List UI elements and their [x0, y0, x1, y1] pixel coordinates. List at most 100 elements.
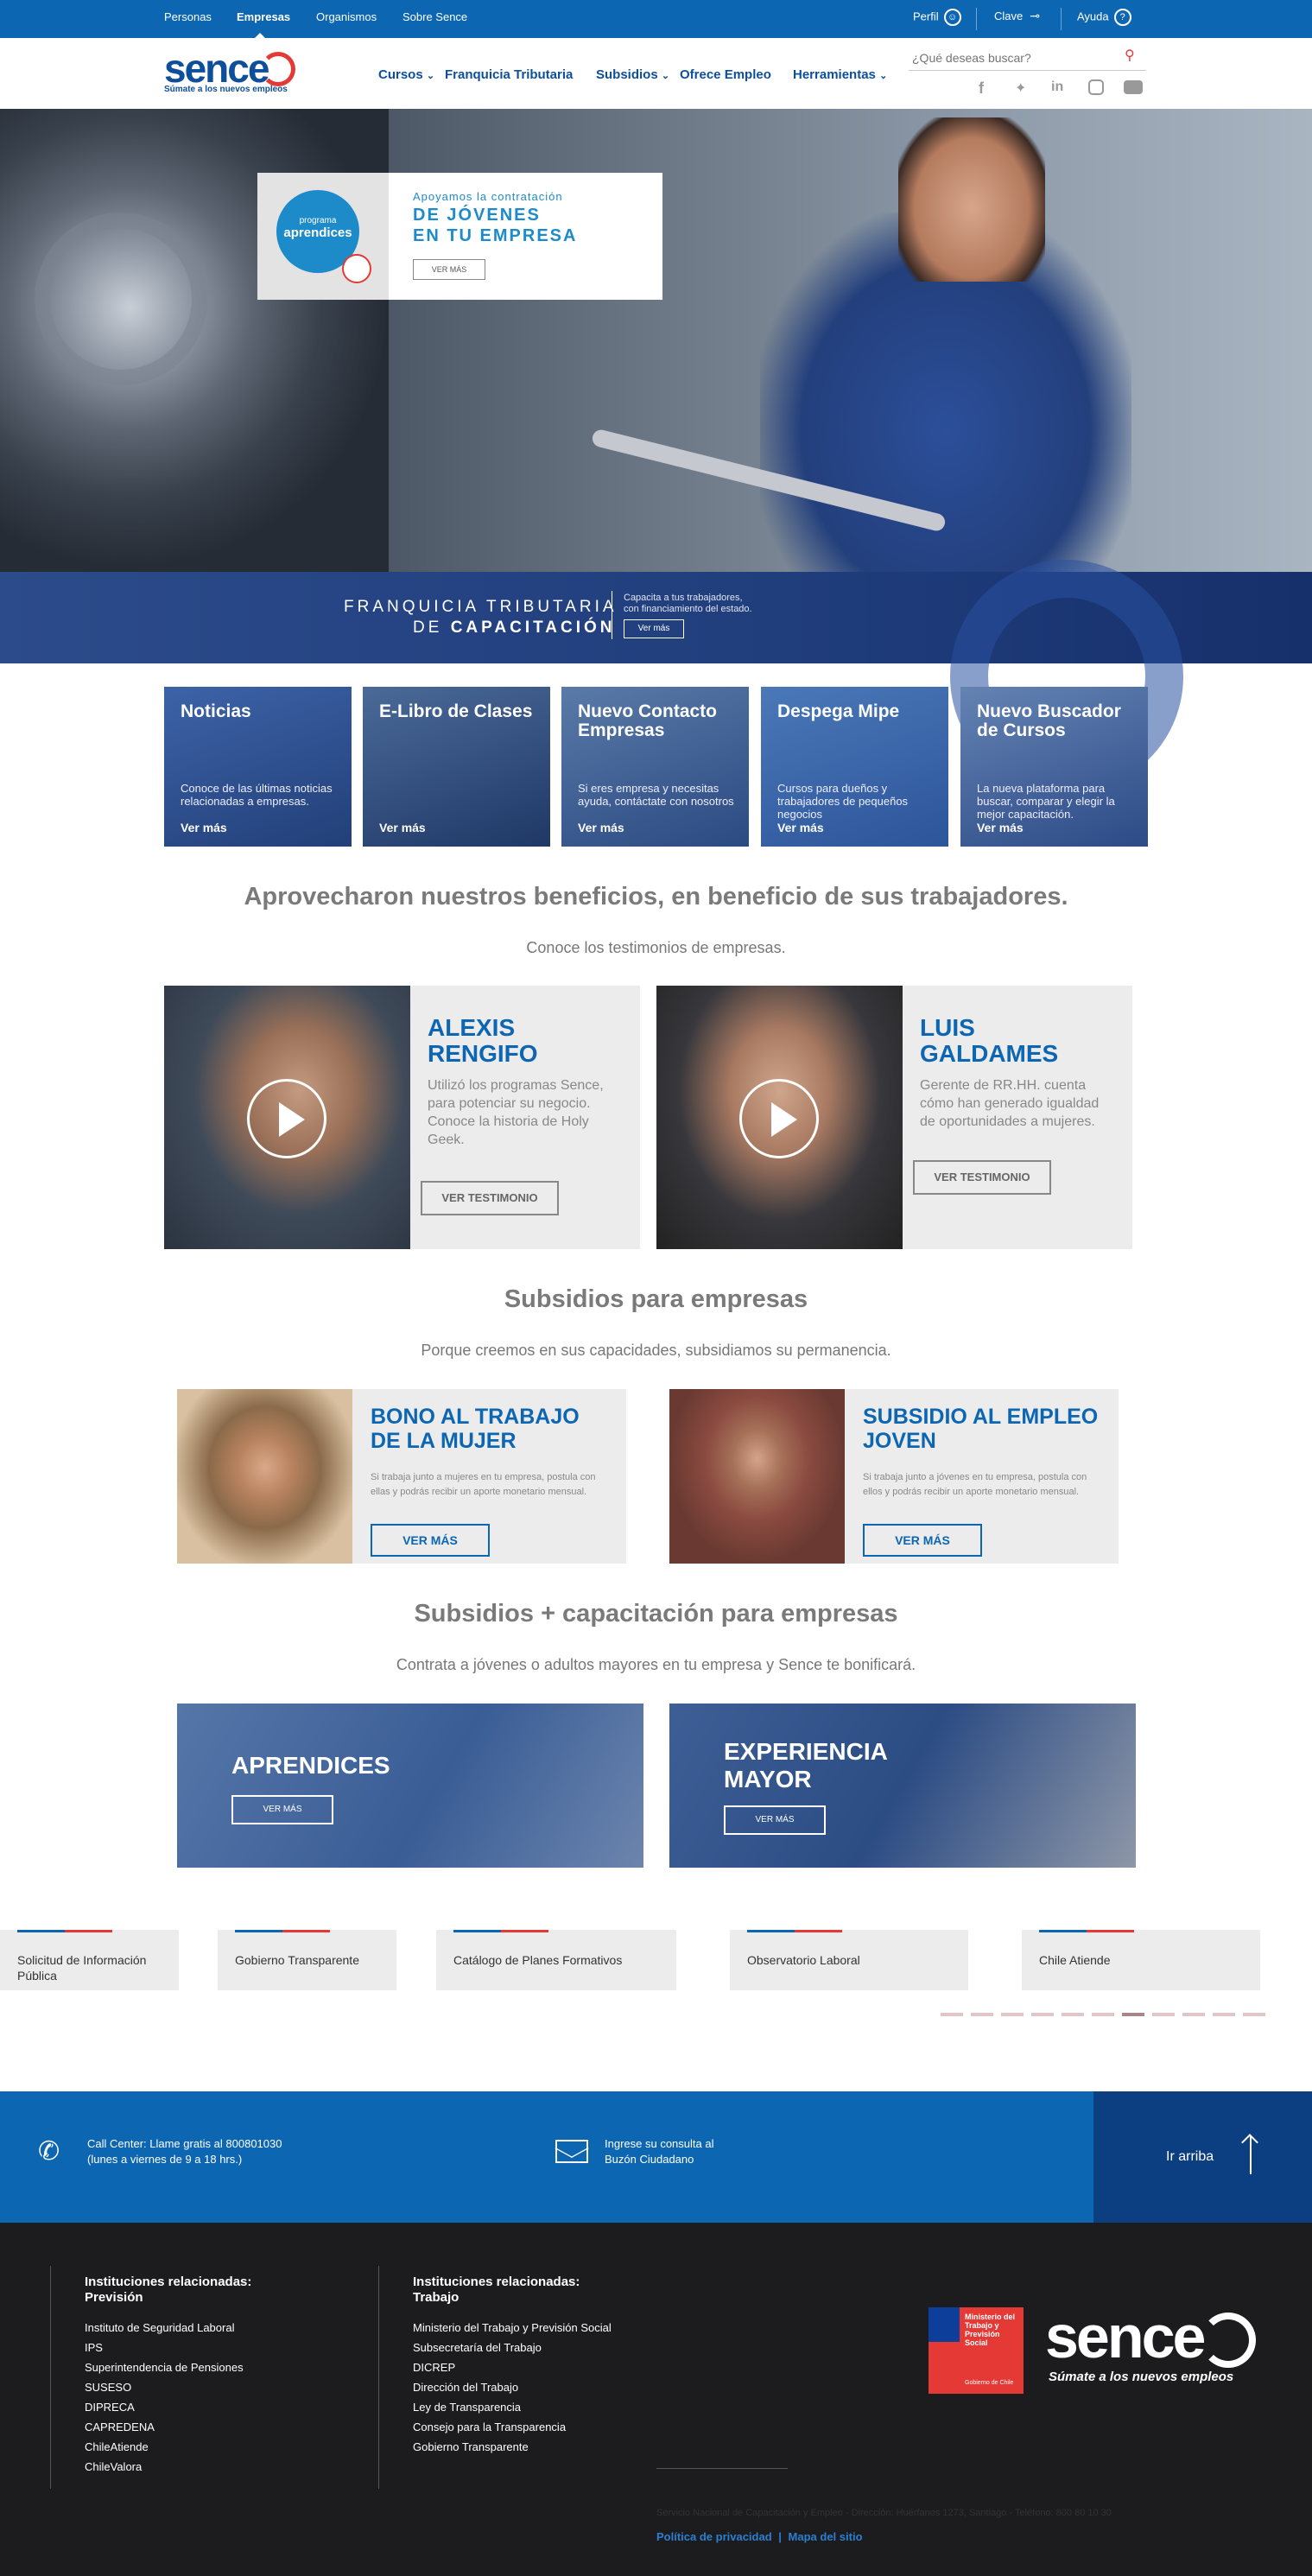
carousel-dot[interactable] — [1122, 2013, 1144, 2016]
play-icon[interactable] — [739, 1079, 819, 1158]
footer-link[interactable]: Consejo para la Transparencia — [413, 2417, 689, 2437]
footer-link[interactable]: DICREP — [413, 2357, 689, 2377]
footer-link[interactable]: Instituto de Seguridad Laboral — [85, 2318, 344, 2338]
carousel-dot[interactable] — [1001, 2013, 1024, 2016]
tile-noticias[interactable]: Noticias Conoce de las últimas noticias … — [164, 687, 352, 847]
instagram-icon[interactable] — [1088, 79, 1104, 95]
tile-link[interactable]: Ver más — [181, 821, 227, 834]
play-icon[interactable] — [247, 1079, 326, 1158]
youtube-icon[interactable] — [1124, 80, 1143, 94]
testimonials-title: Aprovecharon nuestros beneficios, en ben… — [244, 883, 1068, 910]
footer-col-subtitle: Trabajo — [413, 2290, 460, 2305]
user-icon: ☺ — [943, 9, 961, 26]
capacitacion-subtitle: Contrata a jóvenes o adultos mayores en … — [396, 1656, 916, 1673]
experiencia-mayor-card[interactable]: EXPERIENCIA MAYOR VER MÁS — [669, 1704, 1136, 1868]
carousel-dot[interactable] — [1243, 2013, 1265, 2016]
cap-ver-mas-button[interactable]: VER MÁS — [231, 1795, 333, 1824]
footer-link[interactable]: CAPREDENA — [85, 2417, 344, 2437]
help-icon: ? — [1113, 9, 1131, 26]
carousel-dot[interactable] — [1031, 2013, 1054, 2016]
hero-banner[interactable]: programa aprendices Apoyamos la contrata… — [0, 109, 1312, 575]
tile-link[interactable]: Ver más — [977, 821, 1024, 834]
hero-ver-mas-button[interactable]: VER MÁS — [413, 259, 485, 280]
footer-link[interactable]: Subsecretaría del Trabajo — [413, 2338, 689, 2357]
footer-col-prevision: Instituciones relacionadas: Previsión In… — [85, 2275, 344, 2477]
call-center-text[interactable]: Call Center: Llame gratis al 800801030 (… — [87, 2136, 282, 2167]
ministry-logo[interactable]: Ministerio del Trabajo y Previsión Socia… — [929, 2307, 1024, 2394]
footer-link[interactable]: DIPRECA — [85, 2397, 344, 2417]
tile-link[interactable]: Ver más — [578, 821, 624, 834]
carousel-dot[interactable] — [1062, 2013, 1084, 2016]
aprendices-card[interactable]: APRENDICES VER MÁS — [177, 1704, 643, 1868]
footer-sence-logo[interactable]: sence Súmate a los nuevos empleos — [1045, 2302, 1278, 2389]
footer-link[interactable]: Superintendencia de Pensiones — [85, 2357, 344, 2377]
nav-ofrece-empleo[interactable]: Ofrece Empleo — [680, 67, 771, 82]
ayuda-link[interactable]: Ayuda? — [1077, 9, 1131, 26]
footer: Instituciones relacionadas: Previsión In… — [0, 2223, 1312, 2576]
nav-subsidios[interactable]: Subsidios ⌄ — [596, 67, 669, 82]
cap-ver-mas-button[interactable]: VER MÁS — [724, 1805, 826, 1835]
footer-link[interactable]: Dirección del Trabajo — [413, 2377, 689, 2397]
topbar-link-empresas[interactable]: Empresas — [237, 10, 290, 23]
link-card[interactable]: Catálogo de Planes Formativos — [436, 1930, 676, 1990]
nav-franquicia[interactable]: Franquicia Tributaria — [445, 67, 573, 82]
carousel-dot[interactable] — [941, 2013, 963, 2016]
topbar-link-sobre-sence[interactable]: Sobre Sence — [402, 10, 467, 23]
chevron-down-icon: ⌄ — [879, 71, 888, 81]
franquicia-ver-mas-button[interactable]: Ver más — [624, 619, 684, 638]
footer-link[interactable]: Ministerio del Trabajo y Previsión Socia… — [413, 2318, 689, 2338]
carousel-dot[interactable] — [1092, 2013, 1114, 2016]
privacy-link[interactable]: Política de privacidad — [656, 2530, 772, 2543]
carousel-dot[interactable] — [1213, 2013, 1235, 2016]
link-card[interactable]: Observatorio Laboral — [730, 1930, 968, 1990]
buzon-text[interactable]: Ingrese su consulta al Buzón Ciudadano — [605, 2136, 713, 2167]
footer-link[interactable]: ChileAtiende — [85, 2437, 344, 2457]
carousel-dot[interactable] — [1152, 2013, 1175, 2016]
footer-link[interactable]: ChileValora — [85, 2457, 344, 2477]
search-input[interactable] — [912, 48, 1119, 67]
linkedin-icon[interactable]: in — [1051, 79, 1063, 95]
chevron-down-icon: ⌄ — [426, 71, 435, 81]
link-card[interactable]: Gobierno Transparente — [218, 1930, 396, 1990]
footer-link[interactable]: IPS — [85, 2338, 344, 2357]
hero-promo-card: programa aprendices Apoyamos la contrata… — [257, 173, 662, 300]
perfil-link[interactable]: Perfil ☺ — [913, 9, 961, 26]
facebook-icon[interactable]: f — [979, 79, 984, 98]
search-icon[interactable]: ⚲ — [1125, 47, 1135, 64]
tile-contacto-empresas[interactable]: Nuevo Contacto Empresas Si eres empresa … — [561, 687, 749, 847]
clave-link[interactable]: Clave ⊸ — [994, 9, 1040, 23]
carousel-dot[interactable] — [971, 2013, 993, 2016]
tile-link[interactable]: Ver más — [379, 821, 426, 834]
ver-testimonio-button[interactable]: VER TESTIMONIO — [913, 1160, 1051, 1195]
footer-link[interactable]: SUSESO — [85, 2377, 344, 2397]
topbar-link-organismos[interactable]: Organismos — [316, 10, 377, 23]
franquicia-banner[interactable]: FRANQUICIA TRIBUTARIA DE CAPACITACIÓN Ca… — [0, 560, 1312, 793]
ver-testimonio-button[interactable]: VER TESTIMONIO — [421, 1181, 559, 1215]
link-card[interactable]: Chile Atiende — [1022, 1930, 1260, 1990]
tile-elibro[interactable]: E-Libro de Clases Ver más — [363, 687, 550, 847]
footer-col-divider — [50, 2266, 51, 2489]
tile-link[interactable]: Ver más — [777, 821, 824, 834]
subsidio-ver-mas-button[interactable]: VER MÁS — [863, 1524, 982, 1557]
ministry-line2: Trabajo y — [965, 2321, 999, 2330]
nav-cursos[interactable]: Cursos ⌄ — [378, 67, 434, 82]
link-card[interactable]: Solicitud de Información Pública — [0, 1930, 179, 1990]
carousel-dot[interactable] — [1182, 2013, 1205, 2016]
subsidio-ver-mas-button[interactable]: VER MÁS — [371, 1524, 490, 1557]
franquicia-line2-bold: CAPACITACIÓN — [450, 619, 616, 637]
badge-line2: aprendices — [283, 225, 352, 240]
topbar-link-personas[interactable]: Personas — [164, 10, 212, 23]
tile-title: Nuevo Contacto Empresas — [578, 701, 718, 740]
link-card-label: Observatorio Laboral — [747, 1953, 860, 1967]
footer-link[interactable]: Gobierno Transparente — [413, 2437, 689, 2457]
footer-link[interactable]: Ley de Transparencia — [413, 2397, 689, 2417]
twitter-icon[interactable]: ✦ — [1015, 79, 1026, 97]
link-card-label: Gobierno Transparente — [235, 1953, 359, 1967]
nav-herramientas[interactable]: Herramientas ⌄ — [793, 67, 887, 82]
tile-despega-mipe[interactable]: Despega Mipe Cursos para dueños y trabaj… — [761, 687, 948, 847]
main-header: sence Súmate a los nuevos empleos Cursos… — [0, 38, 1312, 109]
back-to-top-button[interactable]: Ir arriba — [1093, 2091, 1312, 2223]
tile-buscador-cursos[interactable]: Nuevo Buscador de Cursos La nueva plataf… — [960, 687, 1148, 847]
sence-logo[interactable]: sence Súmate a los nuevos empleos — [164, 45, 311, 95]
sitemap-link[interactable]: Mapa del sitio — [789, 2530, 863, 2543]
